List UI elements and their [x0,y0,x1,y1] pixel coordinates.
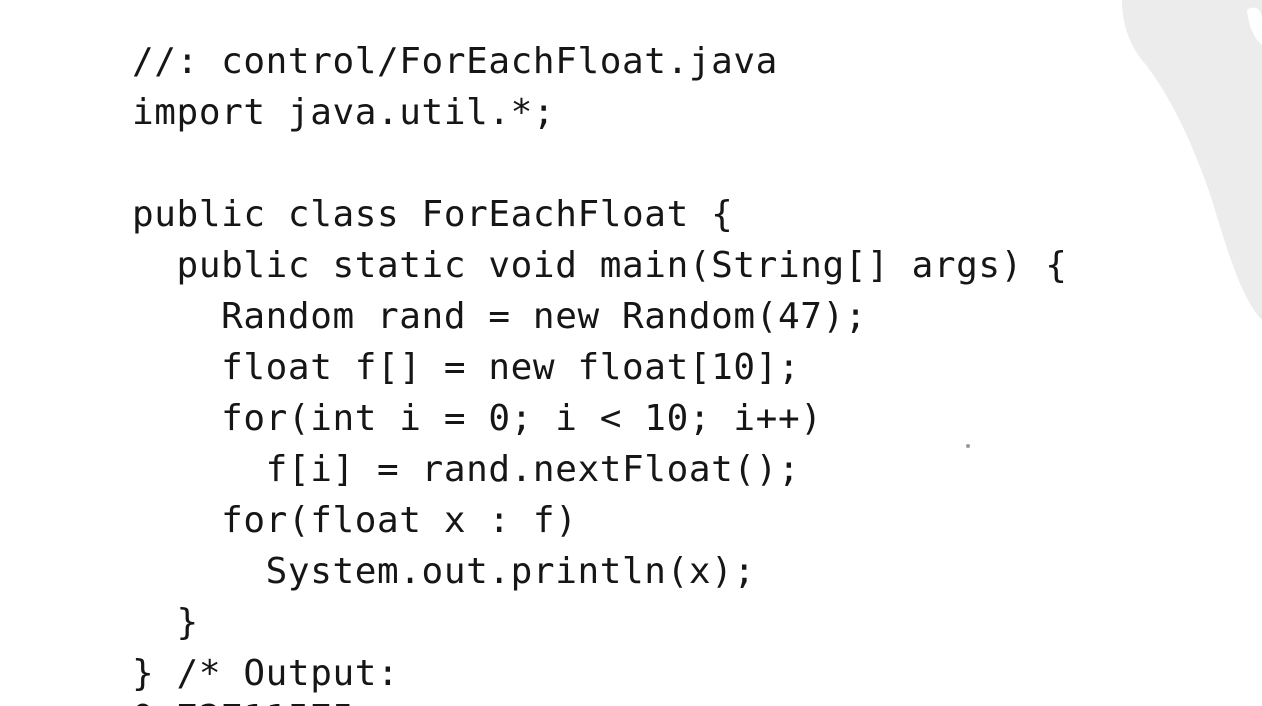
page: //: control/ForEachFloat.java import java… [0,0,1262,706]
code-line-main-method: public static void main(String[] args) { [132,245,1068,286]
code-listing: //: control/ForEachFloat.java import java… [132,36,1068,699]
code-line-float-array: float f[] = new float[10]; [132,347,801,388]
code-line-class-declaration: public class ForEachFloat { [132,194,734,235]
code-line-random-init: Random rand = new Random(47); [132,296,868,337]
code-line-output-value-cropped: 0.72711575 [132,694,432,706]
code-line-foreach-loop: for(float x : f) [132,500,578,541]
code-line-array-assign: f[i] = rand.nextFloat(); [132,449,801,490]
code-line-for-loop: for(int i = 0; i < 10; i++) [132,398,823,439]
code-line-import: import java.util.*; [132,92,556,133]
page-edge-shadow [1122,0,1262,320]
code-line-method-close: } [132,602,199,643]
scan-speck [966,444,970,448]
code-line-println: System.out.println(x); [132,551,756,592]
code-line-file-comment: //: control/ForEachFloat.java [132,41,778,82]
cropped-output-text: 0.72711575 [132,698,355,706]
code-line-output-comment: } /* Output: [132,653,400,694]
